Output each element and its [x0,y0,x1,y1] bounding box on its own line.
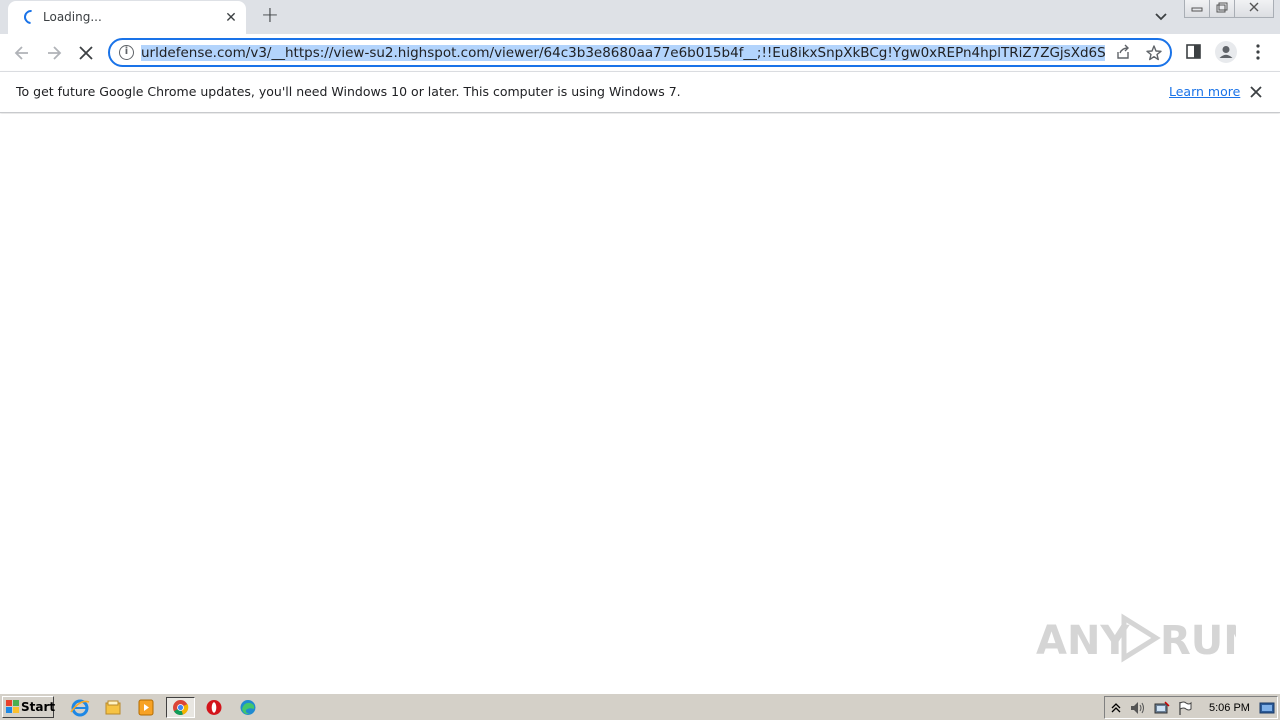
address-bar[interactable]: i urldefense.com/v3/__https://view-su2.h… [108,38,1172,67]
system-tray: 5:06 PM [1104,696,1278,719]
new-tab-button[interactable]: + [259,5,281,28]
tab-loading[interactable]: Loading... ✕ [8,1,246,34]
back-button[interactable] [10,41,34,65]
side-panel-icon[interactable] [1184,42,1204,62]
url-input[interactable]: urldefense.com/v3/__https://view-su2.hig… [141,44,1105,62]
update-infobar: To get future Google Chrome updates, you… [0,71,1280,113]
show-desktop-icon[interactable] [1259,700,1275,716]
profile-avatar-icon[interactable] [1214,40,1238,64]
site-info-icon[interactable]: i [119,45,134,60]
anyrun-watermark-logo: ANY RUN [1036,613,1236,664]
windows-logo-icon [6,700,19,713]
menu-kebab-icon[interactable] [1248,42,1268,62]
svg-text:ANY: ANY [1036,618,1130,664]
browser-toolbar: i urldefense.com/v3/__https://view-su2.h… [0,34,1280,71]
network-icon[interactable] [1153,700,1171,716]
action-center-flag-icon[interactable] [1177,700,1193,716]
show-hidden-icons-icon[interactable] [1110,701,1122,715]
media-player-icon[interactable] [134,697,158,718]
infobar-message: To get future Google Chrome updates, you… [16,84,681,99]
close-window-button[interactable] [1234,0,1274,18]
learn-more-link[interactable]: Learn more [1169,84,1240,99]
forward-arrow-icon [48,46,62,60]
start-label: Start [21,700,56,714]
tab-strip: Loading... ✕ + [0,0,1280,34]
loading-spinner-icon [21,7,41,27]
tab-search-chevron-icon[interactable] [1151,8,1171,26]
explorer-icon[interactable] [101,697,125,718]
chrome-icon[interactable] [166,697,195,718]
url-text: urldefense.com/v3/__https://view-su2.hig… [141,45,1105,61]
stop-icon [79,46,93,60]
back-arrow-icon [14,46,28,60]
tab-close-icon[interactable]: ✕ [222,9,240,27]
windows-taskbar: Start 5:06 PM [0,693,1280,720]
volume-icon[interactable] [1129,700,1147,716]
svg-text:RUN: RUN [1160,618,1236,664]
tab-title: Loading... [43,10,102,24]
forward-button[interactable] [42,41,66,65]
edge-icon[interactable] [236,697,260,718]
ie-icon[interactable] [68,697,92,718]
taskbar-clock[interactable]: 5:06 PM [1209,702,1250,714]
share-icon[interactable] [1114,44,1132,62]
opera-icon[interactable] [202,697,226,718]
stop-loading-button[interactable] [74,41,98,65]
minimize-button[interactable] [1184,0,1210,18]
bookmark-star-icon[interactable] [1145,44,1163,62]
restore-button[interactable] [1209,0,1235,18]
start-button[interactable]: Start [2,696,56,718]
infobar-close-icon[interactable] [1246,82,1266,102]
